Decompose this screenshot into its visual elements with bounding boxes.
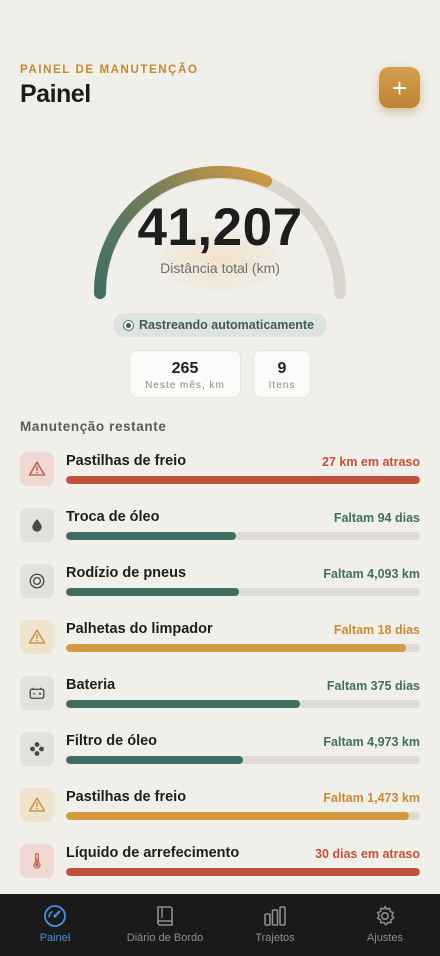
maintenance-item[interactable]: Bateria Faltam 375 dias [20, 676, 420, 716]
tab-diario[interactable]: Diário de Bordo [110, 894, 220, 956]
tab-label: Diário de Bordo [126, 932, 204, 944]
item-name: Líquido de arrefecimento [66, 845, 240, 861]
tab-trajetos[interactable]: Trajetos [220, 894, 330, 956]
progress-fill [66, 812, 410, 820]
gear-icon [376, 905, 395, 926]
stat-value: 9 [277, 360, 287, 377]
tab-label: Painel [39, 932, 71, 944]
item-status: Faltam 4,973 km [323, 735, 420, 749]
progress-fill [66, 476, 420, 484]
item-status: Faltam 94 dias [333, 511, 420, 525]
stat-label: Neste mês, km [145, 380, 225, 391]
tracking-label: Rastreando automaticamente [139, 318, 315, 332]
maintenance-item[interactable]: Filtro de óleo Faltam 4,973 km [20, 732, 420, 772]
tab-painel[interactable]: Painel [0, 894, 110, 956]
item-status: 30 dias em atraso [315, 847, 420, 861]
item-name: Filtro de óleo [66, 733, 158, 749]
total-distance-value: 41,207 [137, 198, 303, 257]
thermometer-icon [20, 844, 54, 878]
tab-ajustes[interactable]: Ajustes [330, 894, 440, 956]
item-name: Bateria [66, 677, 116, 693]
stat-month-km: 265 Neste mês, km [129, 350, 241, 398]
page-title: Painel [20, 80, 91, 108]
tab-label: Trajetos [255, 932, 295, 944]
gauge-icon [44, 905, 66, 927]
item-status: Faltam 375 dias [326, 679, 420, 693]
warning-triangle-icon [20, 452, 54, 486]
radio-dot-icon [123, 319, 134, 331]
progress-track [66, 476, 420, 484]
maintenance-item[interactable]: Pastilhas de freio Faltam 1,473 km [20, 788, 420, 828]
progress-track [66, 868, 420, 876]
progress-fill [66, 868, 420, 876]
progress-track [66, 756, 420, 764]
total-distance-label: Distância total (km) [160, 260, 280, 276]
progress-track [66, 532, 420, 540]
oil-drop-icon [20, 508, 54, 542]
item-name: Palhetas do limpador [66, 621, 213, 637]
progress-fill [66, 700, 300, 708]
filter-icon [20, 732, 54, 766]
item-name: Rodízio de pneus [66, 565, 187, 581]
item-status: Faltam 4,093 km [323, 567, 420, 581]
header-eyebrow: PAINEL DE MANUTENÇÃO [20, 64, 199, 76]
plus-icon: + [391, 72, 408, 103]
tab-label: Ajustes [366, 932, 404, 944]
progress-fill [66, 588, 240, 596]
progress-fill [66, 644, 406, 652]
item-status: Faltam 1,473 km [323, 791, 420, 805]
progress-fill [66, 532, 236, 540]
bars-icon [264, 906, 286, 926]
add-button[interactable]: + [379, 67, 420, 108]
maintenance-item[interactable]: Líquido de arrefecimento 30 dias em atras… [20, 844, 420, 884]
tab-bar: Painel Diário de Bordo Trajetos Ajustes [0, 894, 440, 956]
maintenance-item[interactable]: Pastilhas de freio 27 km em atraso [20, 452, 420, 492]
battery-icon [20, 676, 54, 710]
maintenance-item[interactable]: Rodízio de pneus Faltam 4,093 km [20, 564, 420, 604]
item-status: Faltam 18 dias [333, 623, 420, 637]
section-title: Manutenção restante [20, 419, 167, 434]
stat-value: 265 [171, 360, 199, 377]
progress-track [66, 812, 420, 820]
warning-triangle-icon [20, 788, 54, 822]
tire-icon [20, 564, 54, 598]
progress-track [66, 644, 420, 652]
maintenance-item[interactable]: Troca de óleo Faltam 94 dias [20, 508, 420, 548]
book-icon [157, 906, 173, 926]
item-name: Troca de óleo [66, 509, 160, 525]
progress-track [66, 700, 420, 708]
item-status: 27 km em atraso [322, 455, 420, 469]
stat-label: Itens [268, 380, 296, 391]
item-name: Pastilhas de freio [66, 789, 187, 805]
item-name: Pastilhas de freio [66, 453, 187, 469]
tracking-pill[interactable]: Rastreando automaticamente [113, 313, 327, 337]
progress-fill [66, 756, 243, 764]
warning-triangle-icon [20, 620, 54, 654]
maintenance-item[interactable]: Palhetas do limpador Faltam 18 dias [20, 620, 420, 660]
stat-items: 9 Itens [253, 350, 311, 398]
progress-track [66, 588, 420, 596]
